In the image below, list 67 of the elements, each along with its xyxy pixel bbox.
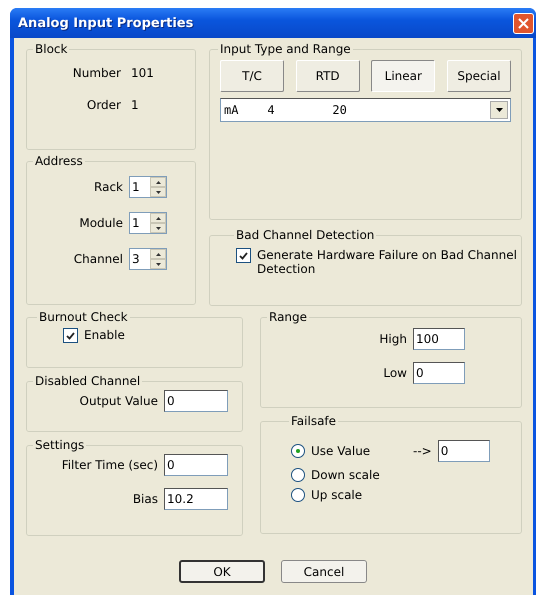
field-label: Module <box>79 216 123 230</box>
input-field[interactable]: 0 <box>438 440 490 462</box>
field-label: Channel <box>74 252 123 266</box>
group-title: Burnout Check <box>38 310 129 324</box>
group-title: Block <box>34 42 68 56</box>
range-dropdown[interactable]: mA 4 20 <box>220 98 511 122</box>
spin-down-button[interactable] <box>150 259 166 269</box>
down-arrow-icon <box>156 226 160 230</box>
down-arrow-icon <box>156 262 160 266</box>
arrow-label: --> <box>413 444 432 458</box>
window-title: Analog Input Properties <box>17 16 194 30</box>
spinner-field[interactable]: 3 <box>129 248 167 270</box>
spinner-field[interactable]: 1 <box>129 212 167 234</box>
input-field[interactable]: 10.2 <box>164 488 228 510</box>
up-arrow-icon <box>156 216 160 220</box>
close-button[interactable] <box>513 12 534 34</box>
checkbox-label: Enable <box>84 328 125 342</box>
caret-icon <box>496 108 502 112</box>
group-title: Disabled Channel <box>34 374 142 388</box>
group-title: Failsafe <box>290 414 338 428</box>
checkbox[interactable] <box>236 248 251 263</box>
spin-down-button[interactable] <box>150 223 166 233</box>
group-title: Range <box>268 310 308 324</box>
checkmark-icon <box>239 252 248 260</box>
field-value: 101 <box>131 66 155 80</box>
field-label: Output Value <box>80 394 158 408</box>
up-arrow-icon <box>156 180 160 184</box>
input-field[interactable]: 0 <box>164 390 228 412</box>
group-title: Bad Channel Detection <box>235 228 376 242</box>
input-type-button[interactable]: RTD <box>296 60 360 92</box>
input-field[interactable]: 100 <box>413 328 465 350</box>
spin-up-button[interactable] <box>150 213 166 223</box>
radio-button[interactable] <box>291 468 305 482</box>
field-label: Number <box>72 66 121 80</box>
checkbox[interactable] <box>63 328 78 343</box>
radio-label: Up scale <box>311 488 362 502</box>
input-type-button[interactable]: T/C <box>220 60 284 92</box>
radio-button[interactable] <box>291 488 305 502</box>
group-title: Input Type and Range <box>219 42 352 56</box>
radio-label: Use Value <box>311 444 372 458</box>
field-label: Rack <box>94 180 123 194</box>
spin-up-button[interactable] <box>150 177 166 187</box>
input-type-button[interactable]: Linear <box>371 60 436 92</box>
field-label: High <box>379 332 407 346</box>
close-icon <box>518 18 529 28</box>
spin-down-button[interactable] <box>150 187 166 197</box>
field-label: Low <box>383 366 407 380</box>
group-title: Address <box>34 154 84 168</box>
checkmark-icon <box>66 332 75 340</box>
input-type-button[interactable]: Special <box>446 60 511 92</box>
field-label: Order <box>86 98 121 112</box>
field-label: Filter Time (sec) <box>62 458 158 472</box>
spin-up-button[interactable] <box>150 249 166 259</box>
radio-button[interactable] <box>291 444 305 458</box>
field-label: Bias <box>132 492 158 506</box>
dropdown-button[interactable] <box>490 101 508 119</box>
input-field[interactable]: 0 <box>164 454 228 476</box>
group-title: Settings <box>34 438 86 452</box>
field-value: 1 <box>131 98 140 112</box>
input-field[interactable]: 0 <box>413 362 465 384</box>
down-arrow-icon <box>156 190 160 194</box>
dialog-button[interactable]: Cancel <box>281 560 367 583</box>
radio-label: Down scale <box>311 468 380 482</box>
checkbox-label: Generate Hardware Failure on Bad Channel Detection <box>257 248 517 276</box>
spinner-field[interactable]: 1 <box>129 176 167 198</box>
up-arrow-icon <box>156 252 160 256</box>
dialog-button[interactable]: OK <box>179 560 265 583</box>
